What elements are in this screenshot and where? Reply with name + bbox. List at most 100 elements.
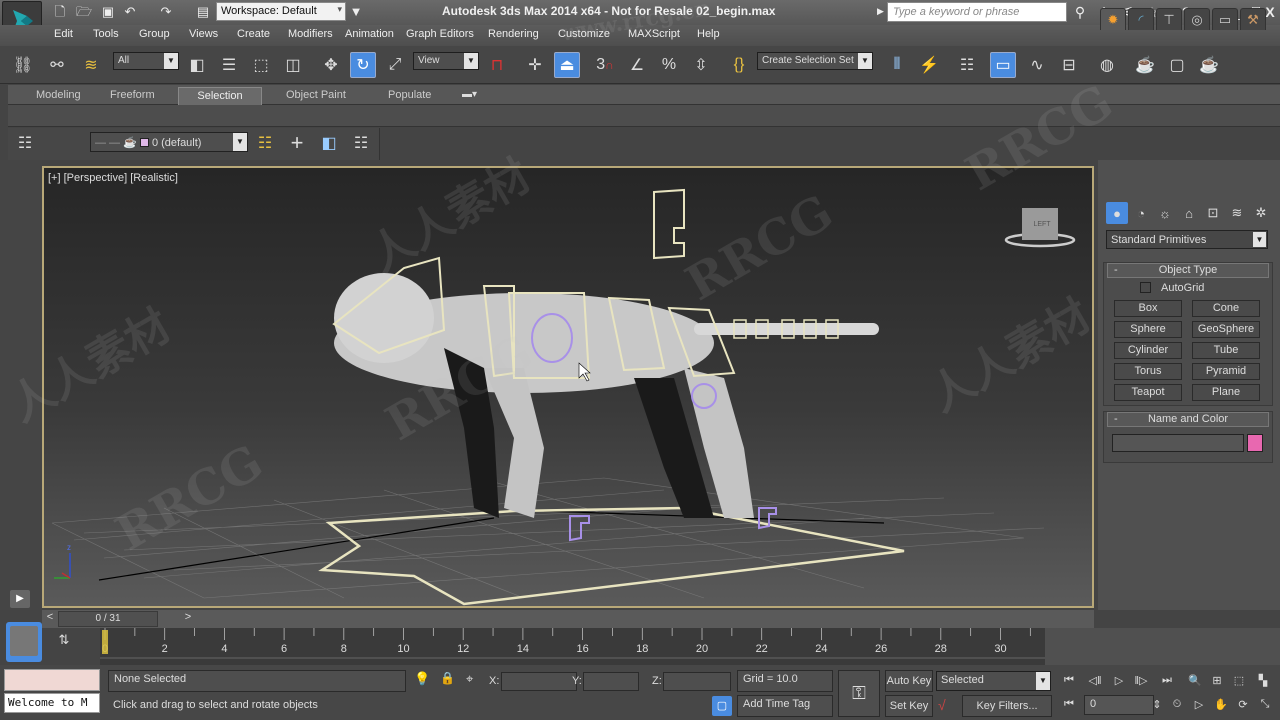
name-and-color-header[interactable]: - Name and Color [1107, 412, 1269, 427]
mini-curve-editor-toggle[interactable] [6, 622, 42, 662]
zoom-all-icon[interactable]: ⊞ [1206, 671, 1228, 689]
tab-selection[interactable]: Selection [178, 87, 262, 105]
tab-motion-icon[interactable]: ◎ [1184, 8, 1210, 30]
menu-graph-editors[interactable]: Graph Editors [406, 28, 474, 40]
scene-explorer-icon[interactable]: ▭ [990, 52, 1016, 78]
select-object-icon[interactable]: ◧ [184, 52, 210, 78]
selection-lock-icon[interactable]: 🔒 [440, 671, 455, 685]
project-folder-icon[interactable]: ▤ [195, 4, 211, 20]
tab-populate[interactable]: Populate [380, 87, 439, 105]
tab-modeling[interactable]: Modeling [28, 87, 89, 105]
select-and-rotate-icon[interactable]: ↻ [350, 52, 376, 78]
render-setup-icon[interactable]: ☕ [1132, 52, 1158, 78]
absolute-mode-icon[interactable]: ⌖ [466, 671, 473, 687]
geometry-icon[interactable]: ● [1106, 202, 1128, 224]
set-key-button[interactable]: Set Key [885, 695, 933, 717]
previous-frame-icon[interactable]: ◁‖ [1084, 671, 1106, 689]
key-mode-toggle-icon[interactable]: ⏮ [1058, 695, 1080, 713]
orbit-icon[interactable]: ⟳ [1232, 695, 1254, 713]
workspace-dropdown[interactable]: Workspace: Default ▾ [216, 2, 346, 21]
rendered-frame-window-icon[interactable]: ▢ [1164, 52, 1190, 78]
select-by-name-icon[interactable]: ☰ [216, 52, 242, 78]
layer-manager-icon[interactable]: ☷ [12, 130, 38, 156]
next-frame-icon[interactable]: ‖▷ [1130, 671, 1152, 689]
isolate-selection-icon[interactable]: 💡 [414, 671, 430, 687]
key-mode-dropdown[interactable]: Selected ▼ [936, 671, 1051, 691]
cone-button[interactable]: Cone [1192, 300, 1260, 317]
new-icon[interactable]: 🗋 [52, 4, 68, 20]
perspective-viewport[interactable]: [+] [Perspective] [Realistic] z LEFT [42, 166, 1094, 608]
render-production-icon[interactable]: ☕ [1196, 52, 1222, 78]
schematic-view-icon[interactable]: ⊟ [1056, 52, 1082, 78]
go-to-start-icon[interactable]: ⏮ [1058, 671, 1080, 689]
menu-group[interactable]: Group [139, 28, 170, 40]
shapes-icon[interactable]: ◔ [1130, 202, 1152, 224]
binoculars-icon[interactable]: ⚲ [1070, 3, 1090, 21]
time-tag-icon[interactable]: ▢ [712, 696, 732, 716]
autogrid-checkbox[interactable] [1140, 282, 1151, 293]
percent-snap-icon[interactable]: % [656, 52, 682, 78]
object-name-input[interactable] [1112, 434, 1244, 452]
customize-quick-access-icon[interactable]: ▼ [348, 4, 364, 20]
reference-coordinate-dropdown[interactable]: View ▼ [413, 52, 479, 70]
edit-named-selection-icon[interactable]: {} [726, 52, 752, 78]
cylinder-button[interactable]: Cylinder [1114, 342, 1182, 359]
layer-dropdown[interactable]: — — ☕ 0 (default) ▼ [90, 132, 248, 152]
tab-freeform[interactable]: Freeform [102, 87, 163, 105]
track-bar[interactable]: 024681012141618202224262830 [100, 628, 1045, 665]
window-crossing-icon[interactable]: ◫ [280, 52, 306, 78]
geosphere-button[interactable]: GeoSphere [1192, 321, 1260, 338]
zoom-icon[interactable]: 🔍 [1184, 671, 1206, 689]
unlink-icon[interactable]: ⚯ [44, 52, 70, 78]
frame-spinner-icon[interactable]: ⇕ [1152, 695, 1162, 713]
viewcube[interactable]: LEFT [1004, 208, 1076, 248]
named-selection-dropdown[interactable]: Create Selection Set ▼ [757, 52, 873, 70]
sphere-button[interactable]: Sphere [1114, 321, 1182, 338]
maximize-viewport-icon[interactable]: ⤡ [1254, 695, 1276, 713]
zoom-extents-icon[interactable]: ⬚ [1228, 671, 1250, 689]
save-icon[interactable]: ▣ [100, 4, 116, 20]
teapot-button[interactable]: Teapot [1114, 384, 1182, 401]
select-and-scale-icon[interactable]: ⤢ [382, 52, 408, 78]
y-coordinate-input[interactable] [583, 672, 639, 691]
select-and-move-icon[interactable]: ✥ [318, 52, 344, 78]
tab-display-icon[interactable]: ▭ [1212, 8, 1238, 30]
tube-button[interactable]: Tube [1192, 342, 1260, 359]
object-color-swatch[interactable] [1247, 434, 1263, 452]
z-coordinate-input[interactable] [663, 672, 731, 691]
snaps-toggle-icon[interactable]: 3 ∩ [592, 52, 618, 78]
undo-icon[interactable]: ↶ [122, 4, 138, 20]
menu-edit[interactable]: Edit [54, 28, 73, 40]
select-manipulate-icon[interactable]: ✛ [522, 52, 548, 78]
open-icon[interactable]: 🗁 [76, 4, 92, 20]
object-type-header[interactable]: - Object Type [1107, 263, 1269, 278]
mirror-icon[interactable]: ⫴ [884, 52, 910, 78]
redo-icon[interactable]: ↷ [158, 4, 174, 20]
primitive-category-dropdown[interactable]: Standard Primitives ▼ [1106, 230, 1268, 249]
key-tangent-icon[interactable]: √ [938, 697, 946, 713]
select-objects-in-layer-icon[interactable]: ◧ [316, 130, 342, 156]
menu-rendering[interactable]: Rendering [488, 28, 539, 40]
menu-animation[interactable]: Animation [345, 28, 394, 40]
field-of-view-icon[interactable]: ▷ [1188, 695, 1210, 713]
tab-object-paint[interactable]: Object Paint [278, 87, 354, 105]
time-slider-thumb[interactable]: 0 / 31 [58, 611, 158, 627]
ribbon-options-icon[interactable]: ▬▾ [462, 89, 477, 100]
play-icon[interactable]: ▷ [1108, 671, 1130, 689]
play-viewport-layout-icon[interactable]: ▶ [10, 590, 30, 608]
torus-button[interactable]: Torus [1114, 363, 1182, 380]
tab-modify-icon[interactable]: ◜ [1128, 8, 1154, 30]
create-new-layer-icon[interactable]: ☷ [252, 130, 278, 156]
prev-frame-button[interactable]: < [42, 611, 58, 627]
menu-maxscript[interactable]: MAXScript [628, 28, 680, 40]
pan-view-icon[interactable]: ✋ [1210, 695, 1232, 713]
next-frame-button[interactable]: > [180, 611, 196, 627]
cat-model[interactable] [334, 273, 879, 518]
menu-modifiers[interactable]: Modifiers [288, 28, 333, 40]
plane-button[interactable]: Plane [1192, 384, 1260, 401]
set-key-mode-key-icon[interactable]: ⚿ [838, 670, 880, 717]
current-frame-input[interactable]: 0 [1084, 695, 1154, 715]
maxscript-output[interactable]: Welcome to M [4, 693, 100, 713]
keyboard-shortcut-override-icon[interactable]: ⏏ [554, 52, 580, 78]
rectangular-selection-icon[interactable]: ⬚ [248, 52, 274, 78]
